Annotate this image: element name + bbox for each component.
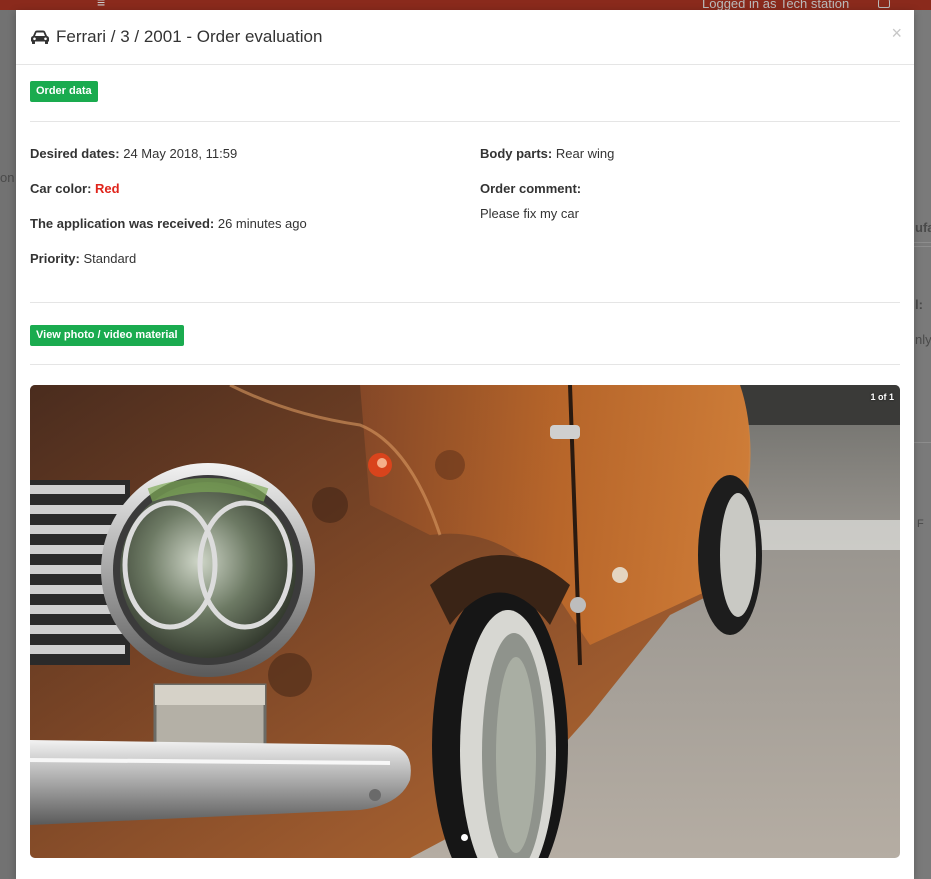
background-text-fragment: on xyxy=(0,170,15,185)
modal-header: Ferrari / 3 / 2001 - Order evaluation × xyxy=(16,10,914,65)
modal-title-text: Ferrari / 3 / 2001 - Order evaluation xyxy=(56,27,323,46)
application-received-field: The application was received: 26 minutes… xyxy=(30,216,307,231)
desired-dates-field: Desired dates: 24 May 2018, 11:59 xyxy=(30,146,237,161)
desired-dates-value: 24 May 2018, 11:59 xyxy=(123,146,238,161)
priority-value: Standard xyxy=(83,251,137,266)
body-parts-value: Rear wing xyxy=(555,146,615,161)
menu-icon: ≡ xyxy=(97,0,106,10)
application-received-label: The application was received: xyxy=(30,216,215,231)
body-parts-label: Body parts: xyxy=(480,146,553,161)
order-data-badge[interactable]: Order data xyxy=(30,81,98,102)
car-icon xyxy=(30,29,50,45)
application-received-value: 26 minutes ago xyxy=(217,216,307,231)
background-left-panel: on xyxy=(0,10,16,879)
modal-title: Ferrari / 3 / 2001 - Order evaluation xyxy=(30,27,322,47)
order-comment-label-field: Order comment: xyxy=(480,181,581,196)
body-parts-field: Body parts: Rear wing xyxy=(480,146,614,161)
order-info: Desired dates: 24 May 2018, 11:59 Car co… xyxy=(30,122,900,302)
photo-gallery[interactable]: 1 of 1 xyxy=(30,385,900,858)
background-right-panel: ufa l: nly F xyxy=(914,10,931,879)
desired-dates-label: Desired dates: xyxy=(30,146,120,161)
car-color-label: Car color: xyxy=(30,181,92,196)
order-comment-value: Please fix my car xyxy=(480,206,579,221)
background-text-fragment: F xyxy=(917,518,924,530)
background-text-fragment: nly xyxy=(915,332,931,347)
car-photo xyxy=(30,385,900,858)
car-color-field: Car color: Red xyxy=(30,181,120,196)
background-text-fragment: ufa xyxy=(915,220,931,235)
bell-icon xyxy=(878,0,890,8)
close-button[interactable]: × xyxy=(891,24,902,42)
priority-label: Priority: xyxy=(30,251,80,266)
priority-field: Priority: Standard xyxy=(30,251,136,266)
order-evaluation-modal: Ferrari / 3 / 2001 - Order evaluation × … xyxy=(16,10,914,879)
gallery-counter: 1 of 1 xyxy=(870,392,894,402)
view-media-badge[interactable]: View photo / video material xyxy=(30,325,184,346)
car-color-value: Red xyxy=(95,181,120,196)
order-comment-label: Order comment: xyxy=(480,181,582,196)
modal-body: Order data Desired dates: 24 May 2018, 1… xyxy=(16,65,914,858)
background-text-fragment: l: xyxy=(915,297,923,312)
gallery-dot-indicator[interactable] xyxy=(461,834,468,841)
